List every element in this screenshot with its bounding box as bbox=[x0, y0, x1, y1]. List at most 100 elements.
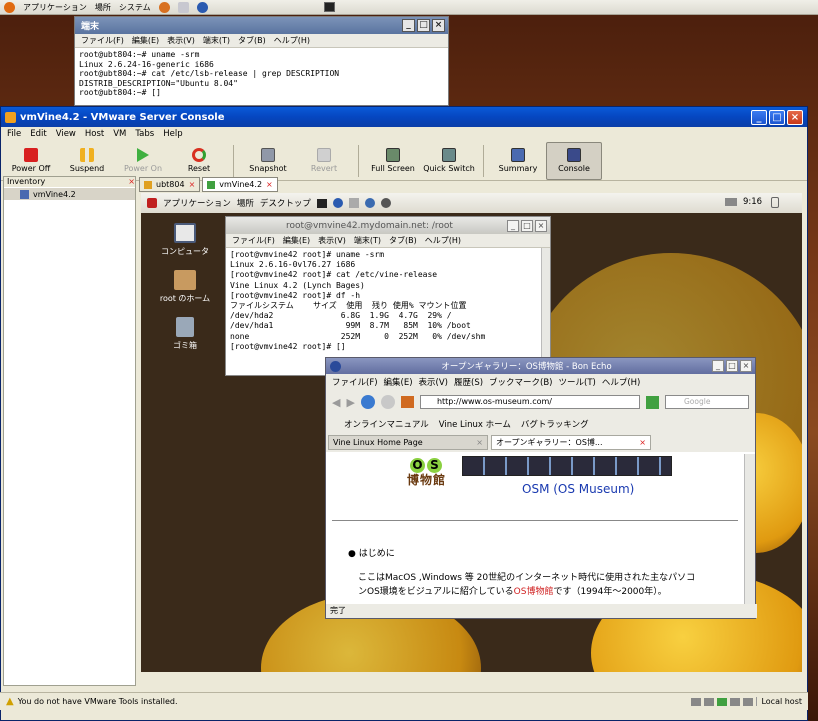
site-title[interactable]: OSM (OS Museum) bbox=[522, 482, 634, 496]
bookmark-manual[interactable]: オンラインマニュアル bbox=[344, 418, 429, 430]
usb-icon[interactable] bbox=[730, 697, 741, 706]
minimize-icon[interactable]: _ bbox=[751, 109, 767, 125]
guest-terminal-titlebar[interactable]: root@vmvine42.mydomain.net: /root _ □ × bbox=[226, 217, 550, 234]
scrollbar[interactable] bbox=[541, 248, 550, 374]
desktop-icon-computer[interactable]: コンピュータ bbox=[155, 223, 215, 257]
guest-menu-apps[interactable]: アプリケーション bbox=[163, 197, 231, 209]
host-menu-places[interactable]: 場所 bbox=[95, 2, 111, 13]
stop-icon[interactable] bbox=[380, 395, 395, 409]
vine-logo-icon[interactable] bbox=[147, 198, 157, 208]
menu-file[interactable]: ファイル(F) bbox=[232, 235, 275, 246]
close-icon[interactable]: × bbox=[189, 180, 196, 189]
inventory-item-vmvine[interactable]: vmVine4.2 bbox=[4, 188, 135, 200]
scrollbar[interactable] bbox=[744, 454, 755, 604]
tab-ubt804[interactable]: ubt804 × bbox=[139, 177, 201, 192]
close-icon[interactable]: × bbox=[476, 438, 483, 447]
reset-button[interactable]: Reset bbox=[171, 142, 227, 180]
menu-help[interactable]: Help bbox=[163, 129, 182, 139]
minimize-icon[interactable]: _ bbox=[402, 19, 415, 32]
help-launcher-icon[interactable] bbox=[364, 198, 375, 208]
menu-edit[interactable]: 編集(E) bbox=[283, 235, 310, 246]
desktop-icon-home[interactable]: root のホーム bbox=[155, 270, 215, 304]
close-icon[interactable]: × bbox=[128, 177, 135, 187]
full-screen-button[interactable]: Full Screen bbox=[365, 142, 421, 180]
tab-vmvine[interactable]: vmVine4.2 × bbox=[202, 177, 278, 192]
close-icon[interactable]: × bbox=[535, 219, 547, 232]
revert-button[interactable]: Revert bbox=[296, 142, 352, 180]
menu-help[interactable]: ヘルプ(H) bbox=[425, 235, 461, 246]
tab-os-museum[interactable]: オープンギャラリー：OS博... × bbox=[491, 435, 651, 450]
go-icon[interactable] bbox=[646, 395, 659, 409]
printer-icon[interactable] bbox=[725, 198, 737, 206]
hdd-icon[interactable] bbox=[691, 697, 702, 706]
menu-host[interactable]: Host bbox=[85, 129, 104, 139]
browser-launcher-icon[interactable] bbox=[332, 198, 343, 208]
close-icon[interactable]: × bbox=[432, 19, 445, 32]
close-icon[interactable]: × bbox=[787, 109, 803, 125]
menu-help[interactable]: ヘルプ(H) bbox=[602, 376, 641, 388]
quick-switch-button[interactable]: Quick Switch bbox=[421, 142, 477, 180]
terminal-launcher-icon[interactable] bbox=[316, 198, 327, 208]
settings-launcher-icon[interactable] bbox=[380, 198, 391, 208]
cdrom-icon[interactable] bbox=[704, 697, 715, 706]
power-off-button[interactable]: Power Off bbox=[3, 142, 59, 180]
back-icon[interactable]: ◀ bbox=[332, 396, 340, 409]
forward-icon[interactable]: ▶ bbox=[346, 396, 354, 409]
guest-menu-desktop[interactable]: デスクトップ bbox=[260, 197, 311, 209]
menu-file[interactable]: ファイル(F) bbox=[332, 376, 378, 388]
minimize-icon[interactable]: _ bbox=[507, 219, 519, 232]
tab-vine-home[interactable]: Vine Linux Home Page × bbox=[328, 435, 488, 450]
desktop-icon-trash[interactable]: ゴミ箱 bbox=[155, 317, 215, 351]
close-icon[interactable]: × bbox=[266, 180, 273, 189]
menu-view[interactable]: 表示(V) bbox=[318, 235, 346, 246]
menu-history[interactable]: 履歴(S) bbox=[454, 376, 483, 388]
page-content[interactable]: O S 博 物 館 OSM (OS Museum) ● はじめに ここはMacO… bbox=[326, 454, 745, 604]
minimize-icon[interactable]: _ bbox=[712, 360, 724, 372]
ubuntu-logo-icon[interactable] bbox=[4, 1, 15, 13]
menu-vm[interactable]: VM bbox=[113, 129, 126, 139]
host-menu-system[interactable]: システム bbox=[119, 2, 151, 13]
console-button[interactable]: Console bbox=[546, 141, 602, 180]
guest-clock[interactable]: 9:16 bbox=[743, 197, 762, 207]
url-input[interactable]: http://www.os-museum.com/ bbox=[419, 395, 640, 409]
host-terminal-output[interactable]: root@ubt804:~# uname -srm Linux 2.6.24-1… bbox=[75, 48, 448, 100]
snapshot-button[interactable]: Snapshot bbox=[240, 142, 296, 180]
help-launcher-icon[interactable] bbox=[196, 1, 208, 13]
menu-tabs[interactable]: タブ(B) bbox=[238, 35, 266, 46]
suspend-button[interactable]: Suspend bbox=[59, 142, 115, 180]
menu-tools[interactable]: ツール(T) bbox=[559, 376, 596, 388]
guest-terminal-output[interactable]: [root@vmvine42 root]# uname -srm Linux 2… bbox=[226, 248, 550, 354]
summary-button[interactable]: Summary bbox=[490, 142, 546, 180]
close-icon[interactable]: × bbox=[740, 360, 752, 372]
osm-logo[interactable]: O S 博 物 館 bbox=[402, 458, 450, 492]
menu-help[interactable]: ヘルプ(H) bbox=[274, 35, 310, 46]
menu-file[interactable]: ファイル(F) bbox=[81, 35, 124, 46]
firefox-titlebar[interactable]: オープンギャラリー：OS博物館 - Bon Echo _ □ × bbox=[326, 358, 755, 374]
menu-edit[interactable]: 編集(E) bbox=[384, 376, 413, 388]
os-museum-link[interactable]: OS博物館 bbox=[514, 587, 554, 597]
menu-terminal[interactable]: 端末(T) bbox=[203, 35, 230, 46]
power-on-button[interactable]: Power On bbox=[115, 142, 171, 180]
search-input[interactable]: Google bbox=[665, 395, 749, 409]
terminal-launcher-icon[interactable] bbox=[324, 2, 335, 12]
mail-launcher-icon[interactable] bbox=[177, 1, 189, 13]
guest-console-display[interactable]: アプリケーション 場所 デスクトップ 9:16 コンピュータ root のホーム… bbox=[141, 193, 802, 672]
menu-tabs[interactable]: タブ(B) bbox=[389, 235, 417, 246]
vmware-titlebar[interactable]: vmVine4.2 - VMware Server Console _ □ × bbox=[1, 107, 807, 127]
guest-menu-places[interactable]: 場所 bbox=[237, 197, 254, 209]
menu-edit[interactable]: 編集(E) bbox=[132, 35, 159, 46]
menu-view[interactable]: 表示(V) bbox=[419, 376, 448, 388]
menu-terminal[interactable]: 端末(T) bbox=[354, 235, 381, 246]
bookmark-bugtracking[interactable]: バグトラッキング bbox=[521, 418, 589, 430]
menu-edit[interactable]: Edit bbox=[30, 129, 46, 139]
menu-tabs[interactable]: Tabs bbox=[135, 129, 154, 139]
host-terminal-titlebar[interactable]: 端末 _ □ × bbox=[75, 17, 448, 34]
maximize-icon[interactable]: □ bbox=[726, 360, 738, 372]
menu-bookmarks[interactable]: ブックマーク(B) bbox=[489, 376, 552, 388]
maximize-icon[interactable]: □ bbox=[521, 219, 533, 232]
close-icon[interactable]: × bbox=[639, 438, 646, 447]
network-icon[interactable] bbox=[717, 697, 728, 706]
maximize-icon[interactable]: □ bbox=[769, 109, 785, 125]
maximize-icon[interactable]: □ bbox=[417, 19, 430, 32]
host-menu-apps[interactable]: アプリケーション bbox=[23, 2, 87, 13]
